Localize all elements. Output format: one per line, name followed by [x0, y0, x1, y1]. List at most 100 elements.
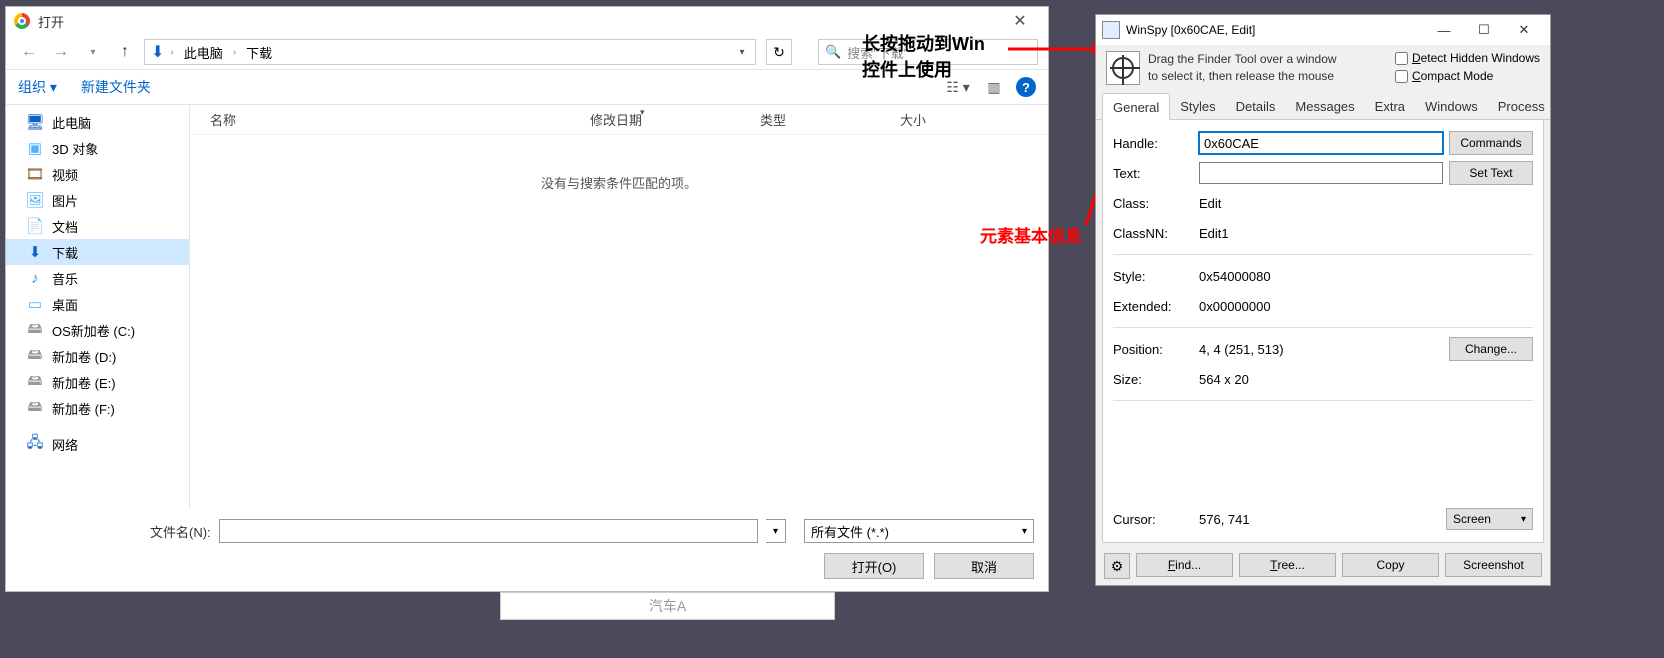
settings-button[interactable]: ⚙ [1104, 553, 1130, 579]
maximize-button[interactable]: ☐ [1464, 16, 1504, 44]
col-name[interactable]: 名称 [190, 110, 570, 129]
tree-network[interactable]: 🖧网络 [6, 431, 189, 457]
tree-drive-d[interactable]: 🖴新加卷 (D:) [6, 343, 189, 369]
tree-os-drive[interactable]: 🖴OS新加卷 (C:) [6, 317, 189, 343]
detect-hidden-checkbox[interactable]: Detect Hidden Windows [1395, 51, 1540, 65]
lbl-classnn: ClassNN: [1113, 226, 1193, 241]
empty-message: 没有与搜索条件匹配的项。 [190, 135, 1048, 509]
tree-drive-f[interactable]: 🖴新加卷 (F:) [6, 395, 189, 421]
tab-messages[interactable]: Messages [1285, 93, 1364, 119]
help-button[interactable]: ? [1016, 77, 1036, 97]
tab-process[interactable]: Process [1488, 93, 1555, 119]
pc-icon: 🖥 [26, 113, 44, 131]
tab-windows[interactable]: Windows [1415, 93, 1488, 119]
open-dialog-title: 打开 [38, 12, 64, 31]
winspy-titlebar[interactable]: WinSpy [0x60CAE, Edit] — ☐ ✕ [1096, 15, 1550, 45]
back-button[interactable]: ← [16, 39, 42, 65]
minimize-button[interactable]: — [1424, 16, 1464, 44]
download-icon: ⬇ [151, 42, 164, 62]
screenshot-button[interactable]: Screenshot [1445, 553, 1542, 577]
cancel-button[interactable]: 取消 [934, 553, 1034, 579]
set-text-button[interactable]: Set Text [1449, 161, 1533, 185]
col-type[interactable]: 类型 [740, 110, 880, 129]
view-mode-button[interactable]: ☷ ▾ [944, 76, 972, 98]
chrome-icon [14, 13, 30, 29]
winspy-bottom-bar: ⚙ Find... Tree... Copy Screenshot [1096, 547, 1550, 585]
winspy-tabs: General Styles Details Messages Extra Wi… [1096, 93, 1550, 120]
tree-button[interactable]: Tree... [1239, 553, 1336, 577]
val-size: 564 x 20 [1199, 372, 1533, 387]
nav-tree[interactable]: 🖥此电脑 ▣3D 对象 🎞视频 🖼图片 📄文档 ⬇下载 ♪音乐 ▭桌面 🖴OS新… [6, 105, 190, 509]
find-button[interactable]: Find... [1136, 553, 1233, 577]
winspy-window: WinSpy [0x60CAE, Edit] — ☐ ✕ Drag the Fi… [1095, 14, 1551, 586]
file-filter-select[interactable]: 所有文件 (*.*)▾ [804, 519, 1034, 543]
path-dropdown-icon[interactable]: ▾ [733, 47, 751, 58]
filename-dropdown[interactable]: ▾ [766, 519, 786, 543]
drive-icon: 🖴 [26, 396, 44, 421]
val-extended: 0x00000000 [1199, 299, 1533, 314]
open-button[interactable]: 打开(O) [824, 553, 924, 579]
tree-music[interactable]: ♪音乐 [6, 265, 189, 291]
tab-details[interactable]: Details [1226, 93, 1286, 119]
picture-icon: 🖼 [26, 191, 44, 209]
breadcrumb-bar[interactable]: ⬇ › 此电脑 › 下载 ▾ [144, 39, 756, 65]
lbl-position: Position: [1113, 342, 1193, 357]
commands-button[interactable]: Commands [1449, 131, 1533, 155]
crumb-sep-icon: › [168, 47, 175, 58]
lbl-extended: Extended: [1113, 299, 1193, 314]
tree-pictures[interactable]: 🖼图片 [6, 187, 189, 213]
general-pane: Handle: Commands Text: Set Text Class: E… [1102, 120, 1544, 543]
chevron-down-icon: ▾ [1022, 526, 1027, 537]
tree-desktop[interactable]: ▭桌面 [6, 291, 189, 317]
crumb-root[interactable]: 此电脑 [178, 41, 229, 64]
music-icon: ♪ [26, 270, 44, 287]
document-icon: 📄 [26, 217, 44, 235]
preview-pane-button[interactable]: ▥ [980, 76, 1008, 98]
val-position: 4, 4 (251, 513) [1199, 342, 1443, 357]
forward-button: → [48, 39, 74, 65]
up-button[interactable]: ↑ [112, 39, 138, 65]
drive-icon: 🖴 [26, 370, 44, 395]
crumb-folder[interactable]: 下载 [240, 41, 278, 64]
refresh-button[interactable]: ↻ [766, 39, 792, 65]
search-input[interactable]: 🔍 搜索"下载" [818, 39, 1038, 65]
val-class: Edit [1199, 196, 1533, 211]
tree-drive-e[interactable]: 🖴新加卷 (E:) [6, 369, 189, 395]
lbl-size: Size: [1113, 372, 1193, 387]
tab-styles[interactable]: Styles [1170, 93, 1225, 119]
compact-mode-checkbox[interactable]: Compact Mode [1395, 69, 1540, 83]
network-icon: 🖧 [26, 432, 44, 457]
search-icon: 🔍 [825, 44, 841, 60]
background-fragment: 汽车A [500, 592, 835, 620]
download-icon: ⬇ [26, 243, 44, 261]
new-folder-button[interactable]: 新建文件夹 [81, 77, 151, 97]
tab-extra[interactable]: Extra [1365, 93, 1415, 119]
winspy-title: WinSpy [0x60CAE, Edit] [1126, 23, 1255, 37]
tab-general[interactable]: General [1102, 93, 1170, 120]
sort-icon: ▾ [640, 107, 645, 118]
close-button[interactable]: ✕ [1000, 7, 1040, 35]
filename-input[interactable] [219, 519, 758, 543]
recent-dropdown[interactable]: ▾ [80, 39, 106, 65]
col-size[interactable]: 大小 [880, 110, 990, 129]
text-input[interactable] [1199, 162, 1443, 184]
file-list: 名称 修改日期▾ 类型 大小 没有与搜索条件匹配的项。 [190, 105, 1048, 509]
column-headers[interactable]: 名称 修改日期▾ 类型 大小 [190, 105, 1048, 135]
open-dialog-titlebar: 打开 ✕ [6, 7, 1048, 35]
finder-hint: Drag the Finder Tool over a window to se… [1148, 51, 1337, 85]
tree-this-pc[interactable]: 🖥此电脑 [6, 109, 189, 135]
tree-downloads[interactable]: ⬇下载 [6, 239, 189, 265]
winspy-app-icon [1102, 21, 1120, 39]
col-date[interactable]: 修改日期▾ [570, 110, 740, 129]
tree-videos[interactable]: 🎞视频 [6, 161, 189, 187]
handle-input[interactable] [1199, 132, 1443, 154]
finder-tool[interactable] [1106, 51, 1140, 85]
organize-button[interactable]: 组织 ▾ [18, 77, 57, 97]
tree-documents[interactable]: 📄文档 [6, 213, 189, 239]
cursor-mode-select[interactable]: Screen▾ [1446, 508, 1533, 530]
copy-button[interactable]: Copy [1342, 553, 1439, 577]
tree-3d-objects[interactable]: ▣3D 对象 [6, 135, 189, 161]
close-button[interactable]: ✕ [1504, 16, 1544, 44]
val-classnn: Edit1 [1199, 226, 1533, 241]
change-button[interactable]: Change... [1449, 337, 1533, 361]
